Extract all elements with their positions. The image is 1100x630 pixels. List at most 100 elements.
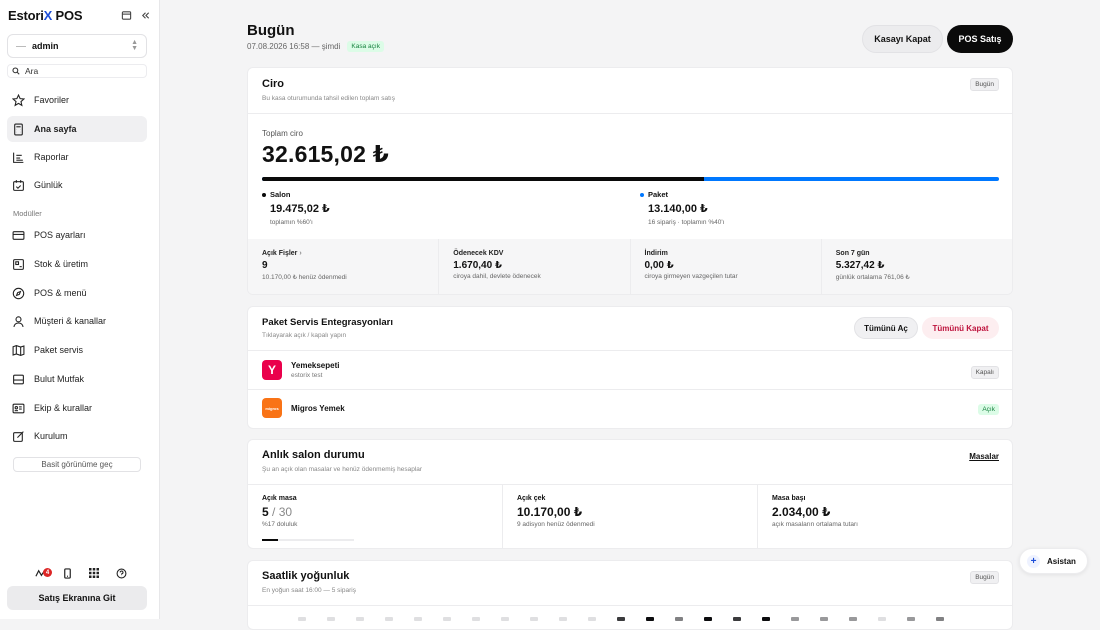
pos-sale-button[interactable]: POS Satış <box>947 25 1013 53</box>
hour-cell <box>820 617 828 621</box>
hour-cell <box>907 617 915 621</box>
chart-icon <box>13 152 24 163</box>
open-all-button[interactable]: Tümünü Aç <box>854 317 918 339</box>
sidebar-item-gunluk[interactable]: Günlük <box>7 172 147 198</box>
hour-cell <box>936 617 944 621</box>
hour-cell <box>617 617 625 621</box>
star-icon <box>12 93 25 106</box>
sidebar-item-label: Bulut Mutfak <box>34 374 85 384</box>
user-selector[interactable]: admin ▲ ▼ <box>7 34 147 58</box>
sidebar-item-label: Kurulum <box>34 431 68 441</box>
sidebar-item-label: Paket servis <box>34 345 84 355</box>
total-revenue: 32.615,02 ₺ <box>262 141 389 167</box>
sidebar-item-raporlar[interactable]: Raporlar <box>7 144 147 170</box>
hour-cell <box>791 617 799 621</box>
sidebar-item-favoriler[interactable]: Favoriler <box>7 87 147 113</box>
legend-salon: Salon <box>262 190 290 199</box>
status-badge[interactable]: Açık <box>978 404 999 415</box>
sidebar-item-pos-ayarlari[interactable]: POS ayarları <box>7 222 147 248</box>
brand-logo[interactable]: EstoriX POS <box>8 8 83 23</box>
chevron-updown-icon: ▲ ▼ <box>131 39 138 52</box>
sidebar-item-stok-uretim[interactable]: Stok & üretim <box>7 251 147 277</box>
close-all-button[interactable]: Tümünü Kapat <box>922 317 999 339</box>
hour-cell <box>588 617 596 621</box>
card-subtitle: Şu an açık olan masalar ve henüz ödenmem… <box>262 466 423 473</box>
plus-icon: + <box>1027 554 1040 568</box>
sidebar-item-label: Ekip & kurallar <box>34 403 93 413</box>
revenue-split-bar <box>262 177 999 181</box>
sidebar-item-label: Stok & üretim <box>34 259 89 269</box>
hour-cell <box>704 617 712 621</box>
stat-open-receipts[interactable]: Açık Fişler › 9 10.170,00 ₺ henüz ödenmedi <box>248 239 440 294</box>
hourly-density-card: Saatlik yoğunluk En yoğun saat 16:00 — 5… <box>247 560 1013 630</box>
grid-icon[interactable] <box>88 567 100 579</box>
edit-icon <box>13 430 24 442</box>
revenue-card: Ciro Bu kasa oturumunda tahsil edilen to… <box>247 67 1013 295</box>
close-register-button[interactable]: Kasayı Kapat <box>862 25 943 53</box>
tables-link[interactable]: Masalar <box>969 452 999 461</box>
sidebar: EstoriX POS admin ▲ ▼ Ara Favoriler Ana say… <box>0 0 160 619</box>
card-icon <box>12 230 25 240</box>
sidebar-item-ekip-kurallar[interactable]: Ekip & kurallar <box>7 395 147 421</box>
chevron-right-icon: › <box>299 250 302 257</box>
collapse-icon[interactable] <box>140 10 151 21</box>
sidebar-item-kurulum[interactable]: Kurulum <box>7 423 147 449</box>
sidebar-item-ana-sayfa[interactable]: Ana sayfa <box>7 116 147 142</box>
sidebar-item-musteri-kanallar[interactable]: Müşteri & kanallar <box>7 308 147 334</box>
status-badge[interactable]: Kapalı <box>970 366 999 379</box>
compass-icon <box>12 287 25 299</box>
hour-cell <box>530 617 538 621</box>
simple-view-button[interactable]: Basit görünüme geç <box>13 457 141 472</box>
card-subtitle: En yoğun saat 16:00 — 5 sipariş <box>262 587 356 594</box>
card-title: Anlık salon durumu <box>262 449 365 461</box>
go-to-sales-screen-button[interactable]: Satış Ekranına Git <box>7 586 147 610</box>
period-tag: Bugün <box>970 571 999 584</box>
hour-cell <box>298 617 306 621</box>
assistant-button[interactable]: + Asistan <box>1019 548 1088 574</box>
salon-value: 19.475,02 ₺ <box>270 203 330 215</box>
migros-logo: migros <box>262 398 282 418</box>
hour-cell <box>849 617 857 621</box>
salon-share-fill <box>262 177 705 181</box>
average-per-table: Masa başı 2.034,00 ₺ açık masaların ortala… <box>772 495 858 528</box>
hour-cell <box>733 617 741 621</box>
total-label: Toplam ciro <box>262 129 303 138</box>
hour-cell <box>443 617 451 621</box>
hourly-heatmap <box>298 617 944 621</box>
hour-cell <box>646 617 654 621</box>
sidebar-item-paket-servis[interactable]: Paket servis <box>7 337 147 363</box>
hour-cell <box>356 617 364 621</box>
occupancy-bar <box>262 539 354 541</box>
revenue-stats: Açık Fişler › 9 10.170,00 ₺ henüz ödenmedi… <box>248 239 1012 294</box>
user-icon <box>13 315 24 327</box>
search-input[interactable]: Ara <box>7 64 147 78</box>
hour-cell <box>501 617 509 621</box>
salon-status-card: Anlık salon durumu Şu an açık olan masal… <box>247 439 1013 549</box>
calculator-icon <box>14 123 23 135</box>
page-subtitle: 07.08.2026 16:58 — şimdi Kasa açık <box>247 41 384 52</box>
mobile-icon[interactable] <box>61 567 73 579</box>
sidebar-item-bulut-mutfak[interactable]: Bulut Mutfak <box>7 366 147 392</box>
open-tables: Açık masa 5 / 30 %17 doluluk <box>248 485 503 548</box>
sidebar-item-label: POS & menü <box>34 288 87 298</box>
open-checks: Açık çek 10.170,00 ₺ 9 adisyon henüz ödenm… <box>503 485 758 548</box>
stat-vat: Ödenecek KDV 1.670,40 ₺ ciroya dahil, devl… <box>439 239 631 294</box>
hour-cell <box>414 617 422 621</box>
panel-icon[interactable] <box>121 10 132 21</box>
map-icon <box>12 344 25 356</box>
delivery-integrations-card: Paket Servis Entegrasyonları Tıklayarak … <box>247 306 1013 429</box>
sidebar-item-label: Favoriler <box>34 95 70 105</box>
legend-paket: Paket <box>640 190 668 199</box>
integration-migros-yemek[interactable]: migros Migros Yemek <box>262 398 345 418</box>
paket-note: 16 sipariş · toplamın %40'ı <box>648 219 725 226</box>
integration-yemeksepeti[interactable]: Y Yemeksepeti estorix test <box>262 360 339 380</box>
card-title: Saatlik yoğunluk <box>262 570 350 582</box>
notifications-button[interactable]: 4 <box>34 567 52 579</box>
hour-cell <box>675 617 683 621</box>
calendar-check-icon <box>13 179 24 191</box>
help-icon[interactable] <box>115 567 127 579</box>
sidebar-item-pos-menu[interactable]: POS & menü <box>7 280 147 306</box>
sidebar-item-label: Günlük <box>34 180 63 190</box>
stat-last-7-days: Son 7 gün 5.327,42 ₺ günlük ortalama 761,0… <box>835 250 910 281</box>
cloud-kitchen-icon <box>13 374 24 384</box>
